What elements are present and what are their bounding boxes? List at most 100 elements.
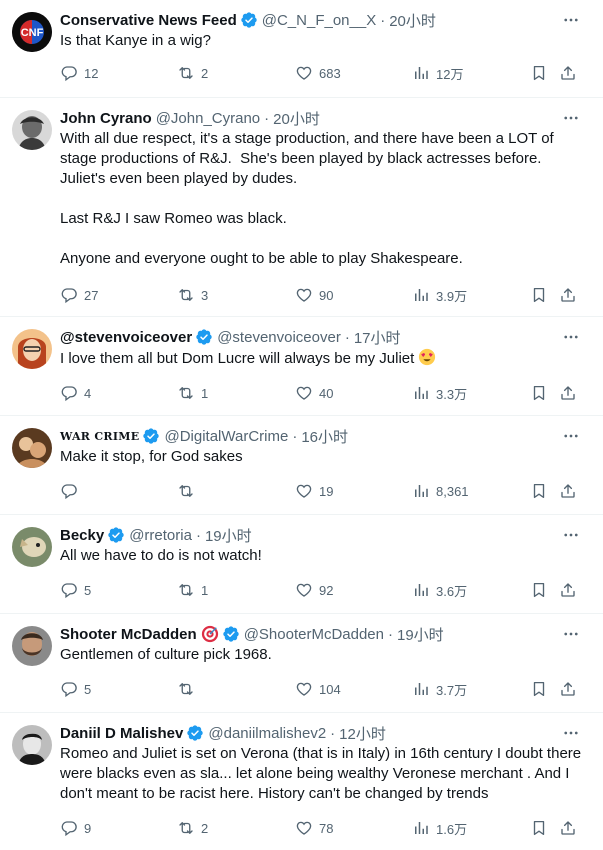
views-icon [412, 581, 430, 599]
handle[interactable]: @ShooterMcDadden [244, 626, 384, 643]
retweet-count: 3 [201, 287, 209, 303]
retweet-button[interactable]: 1 [177, 581, 208, 599]
like-button[interactable]: 40 [295, 384, 333, 402]
views-button[interactable]: 8,361 [412, 482, 469, 500]
bookmark-button[interactable] [530, 819, 548, 837]
tweet-text: All we have to do is not watch! [60, 547, 262, 564]
retweet-button[interactable]: 3 [177, 286, 208, 304]
timestamp[interactable]: 19小时 [205, 525, 252, 546]
reply-button[interactable]: 27 [60, 286, 98, 304]
like-button[interactable]: 104 [295, 680, 341, 698]
tweet-shooter-mcdadden[interactable]: Shooter McDadden @ShooterMcDadden · 19小时… [0, 614, 603, 713]
more-icon[interactable] [559, 108, 583, 128]
display-name[interactable]: @stevenvoiceover [60, 329, 192, 346]
handle[interactable]: @C_N_F_on__X [262, 12, 376, 29]
bookmark-button[interactable] [530, 286, 548, 304]
more-icon[interactable] [559, 723, 583, 743]
more-icon[interactable] [559, 327, 583, 347]
more-icon[interactable] [559, 10, 583, 30]
display-name[interactable]: Conservative News Feed [60, 12, 237, 29]
handle[interactable]: @rretoria [129, 527, 192, 544]
views-button[interactable]: 3.7万 [412, 680, 467, 699]
handle[interactable]: @daniilmalishev2 [208, 725, 326, 742]
reply-button[interactable]: 5 [60, 680, 91, 698]
views-button[interactable]: 1.6万 [412, 819, 467, 838]
handle[interactable]: @stevenvoiceover [217, 329, 341, 346]
share-button[interactable] [559, 482, 577, 500]
views-button[interactable]: 3.3万 [412, 384, 467, 403]
reply-button[interactable]: 4 [60, 384, 91, 402]
bookmark-icon [530, 680, 548, 698]
retweet-button[interactable]: 1 [177, 384, 208, 402]
timestamp[interactable]: 12小时 [339, 723, 386, 744]
reply-button[interactable]: 5 [60, 581, 91, 599]
share-button[interactable] [559, 819, 577, 837]
retweet-button[interactable] [177, 680, 201, 698]
display-name[interactable]: Shooter McDadden [60, 626, 197, 643]
bookmark-button[interactable] [530, 482, 548, 500]
like-button[interactable]: 78 [295, 819, 333, 837]
views-button[interactable]: 3.6万 [412, 581, 467, 600]
bookmark-icon [530, 64, 548, 82]
avatar[interactable] [12, 725, 52, 765]
share-button[interactable] [559, 384, 577, 402]
reply-button[interactable]: 9 [60, 819, 91, 837]
like-button[interactable]: 92 [295, 581, 333, 599]
views-button[interactable]: 3.9万 [412, 286, 467, 305]
like-icon [295, 581, 313, 599]
share-button[interactable] [559, 581, 577, 599]
display-name[interactable]: Daniil D Malishev [60, 725, 183, 742]
more-icon[interactable] [559, 525, 583, 545]
views-button[interactable]: 12万 [412, 64, 463, 83]
more-icon[interactable] [559, 624, 583, 644]
like-count: 40 [319, 385, 334, 401]
bookmark-button[interactable] [530, 680, 548, 698]
reply-button[interactable] [60, 482, 84, 500]
display-name[interactable]: Becky [60, 527, 104, 544]
timestamp[interactable]: 20小时 [273, 108, 320, 129]
avatar[interactable] [12, 428, 52, 468]
like-icon [295, 680, 313, 698]
bookmark-button[interactable] [530, 64, 548, 82]
avatar[interactable] [12, 329, 52, 369]
like-button[interactable]: 683 [295, 64, 341, 82]
timestamp[interactable]: 20小时 [389, 10, 436, 31]
avatar[interactable]: CNF [12, 12, 52, 52]
timestamp[interactable]: 17小时 [354, 327, 401, 348]
tweet-daniil-malishev[interactable]: Daniil D Malishev @daniilmalishev2 · 12小… [0, 713, 603, 850]
share-button[interactable] [559, 64, 577, 82]
tweet-john-cyrano[interactable]: John Cyrano @John_Cyrano · 20小时 With all… [0, 98, 603, 317]
tweet-stevenvoiceover[interactable]: @stevenvoiceover @stevenvoiceover · 17小时… [0, 317, 603, 416]
display-name[interactable]: WAR CRIME [60, 430, 139, 443]
bookmark-button[interactable] [530, 581, 548, 599]
retweet-button[interactable] [177, 482, 201, 500]
tweet-cnf[interactable]: CNF Conservative News Feed @C_N_F_on__X … [0, 0, 603, 98]
timestamp[interactable]: 19小时 [397, 624, 444, 645]
handle[interactable]: @DigitalWarCrime [164, 428, 288, 445]
avatar[interactable] [12, 527, 52, 567]
bookmark-button[interactable] [530, 384, 548, 402]
like-button[interactable]: 19 [295, 482, 333, 500]
tweet-war-crime[interactable]: WAR CRIME @DigitalWarCrime · 16小时 Make i… [0, 416, 603, 515]
like-count: 90 [319, 287, 334, 303]
replies-feed: CNF Conservative News Feed @C_N_F_on__X … [0, 0, 603, 850]
retweet-count: 2 [201, 820, 209, 836]
avatar[interactable] [12, 626, 52, 666]
retweet-button[interactable]: 2 [177, 64, 208, 82]
tweet-becky[interactable]: Becky @rretoria · 19小时 All we have to do… [0, 515, 603, 614]
avatar[interactable] [12, 110, 52, 150]
more-icon[interactable] [559, 426, 583, 446]
action-bar: 5 104 3.7万 [60, 667, 587, 711]
bookmark-icon [530, 581, 548, 599]
like-button[interactable]: 90 [295, 286, 333, 304]
separator: · [380, 11, 386, 29]
share-button[interactable] [559, 286, 577, 304]
display-name[interactable]: John Cyrano [60, 110, 152, 127]
action-bar: 4 1 40 3.3万 [60, 371, 587, 415]
share-button[interactable] [559, 680, 577, 698]
timestamp[interactable]: 16小时 [301, 426, 348, 447]
handle[interactable]: @John_Cyrano [156, 110, 260, 127]
reply-icon [60, 581, 78, 599]
retweet-button[interactable]: 2 [177, 819, 208, 837]
reply-button[interactable]: 12 [60, 64, 98, 82]
